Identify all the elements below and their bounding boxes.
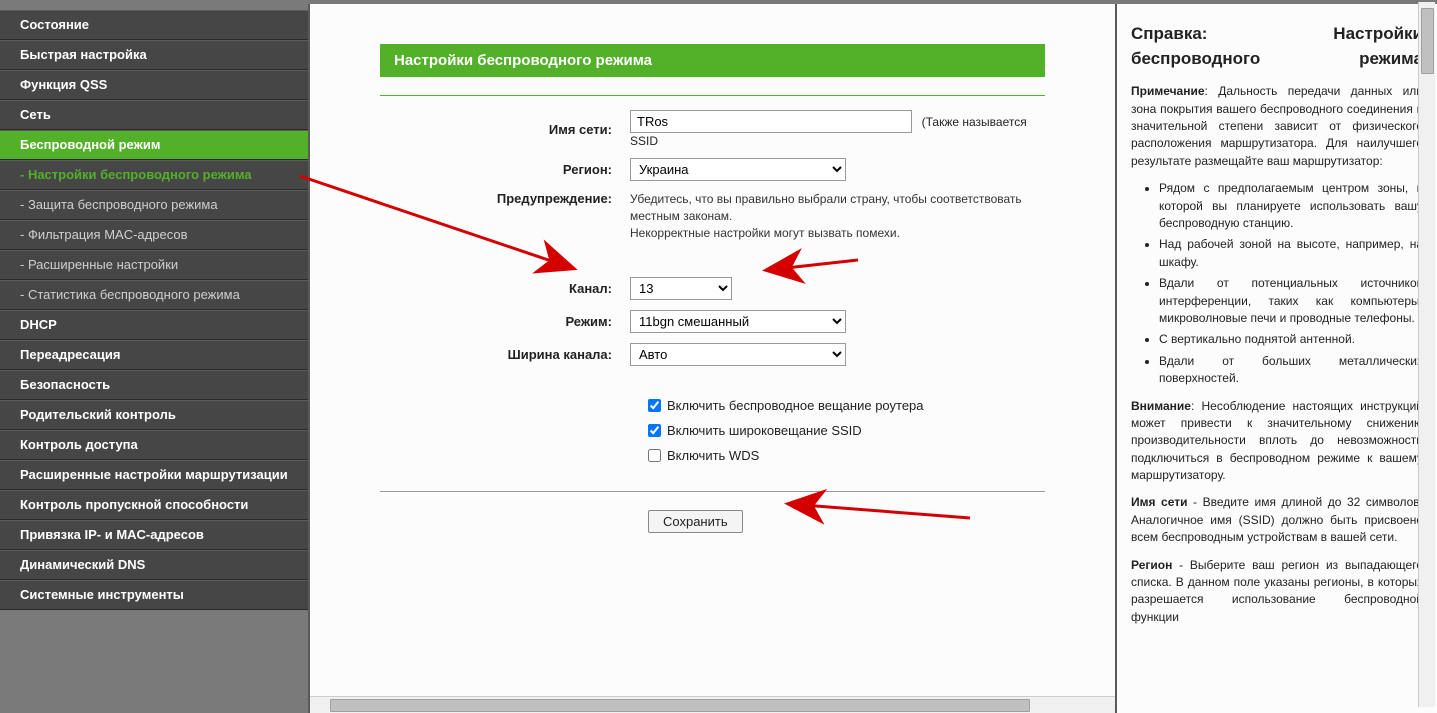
main-panel: Настройки беспроводного режима Имя сети:…: [308, 4, 1117, 713]
sidebar-item-11[interactable]: Переадресация: [0, 340, 308, 370]
sidebar-item-19[interactable]: Системные инструменты: [0, 580, 308, 610]
channel-select[interactable]: 13: [630, 277, 732, 300]
sidebar-item-4[interactable]: Беспроводной режим: [0, 130, 308, 160]
help-bullet-2: Вдали от потенциальных источников интерф…: [1159, 275, 1423, 327]
horizontal-scrollbar-thumb[interactable]: [330, 699, 1030, 712]
sidebar-item-3[interactable]: Сеть: [0, 100, 308, 130]
help-ssid: Имя сети - Введите имя длиной до 32 симв…: [1131, 494, 1423, 546]
divider: [380, 95, 1045, 96]
help-bullet-1: Над рабочей зоной на высоте, например, н…: [1159, 236, 1423, 271]
help-title: Справка: Настройки беспроводного режима: [1131, 22, 1423, 71]
sidebar-subitem-7[interactable]: - Фильтрация MAC-адресов: [0, 220, 308, 250]
help-bullet-0: Рядом с предполагаемым центром зоны, в к…: [1159, 180, 1423, 232]
mode-label: Режим:: [380, 314, 630, 329]
help-region: Регион - Выберите ваш регион из выпадающ…: [1131, 557, 1423, 627]
help-panel: Справка: Настройки беспроводного режима …: [1117, 4, 1437, 713]
mode-select[interactable]: 11bgn смешанный: [630, 310, 846, 333]
wds-label: Включить WDS: [667, 448, 759, 463]
help-bullet-3: С вертикально поднятой антенной.: [1159, 331, 1423, 348]
save-button[interactable]: Сохранить: [648, 510, 743, 533]
help-bullet-list: Рядом с предполагаемым центром зоны, в к…: [1131, 180, 1423, 387]
channel-label: Канал:: [380, 281, 630, 296]
sidebar-item-15[interactable]: Расширенные настройки маршрутизации: [0, 460, 308, 490]
ssid-broadcast-checkbox[interactable]: [648, 424, 661, 437]
help-note: Примечание: Дальность передачи данных ил…: [1131, 83, 1423, 170]
ssid-label: Имя сети:: [380, 122, 630, 137]
width-select[interactable]: Авто: [630, 343, 846, 366]
broadcast-checkbox[interactable]: [648, 399, 661, 412]
sidebar: СостояниеБыстрая настройкаФункция QSSСет…: [0, 4, 308, 713]
sidebar-item-18[interactable]: Динамический DNS: [0, 550, 308, 580]
sidebar-item-17[interactable]: Привязка IP- и MAC-адресов: [0, 520, 308, 550]
region-select[interactable]: Украина: [630, 158, 846, 181]
sidebar-item-10[interactable]: DHCP: [0, 310, 308, 340]
help-bullet-4: Вдали от больших металлических поверхнос…: [1159, 353, 1423, 388]
horizontal-scrollbar[interactable]: [310, 696, 1115, 713]
divider: [380, 491, 1045, 492]
width-label: Ширина канала:: [380, 347, 630, 362]
sidebar-item-12[interactable]: Безопасность: [0, 370, 308, 400]
vertical-scrollbar[interactable]: [1418, 2, 1435, 707]
ssid-input[interactable]: [630, 110, 912, 133]
vertical-scrollbar-thumb[interactable]: [1421, 8, 1434, 74]
sidebar-item-0[interactable]: Состояние: [0, 10, 308, 40]
warning-text: Убедитесь, что вы правильно выбрали стра…: [630, 191, 1045, 241]
sidebar-subitem-9[interactable]: - Статистика беспроводного режима: [0, 280, 308, 310]
sidebar-subitem-5[interactable]: - Настройки беспроводного режима: [0, 160, 308, 190]
sidebar-item-16[interactable]: Контроль пропускной способности: [0, 490, 308, 520]
sidebar-subitem-8[interactable]: - Расширенные настройки: [0, 250, 308, 280]
wds-checkbox[interactable]: [648, 449, 661, 462]
region-label: Регион:: [380, 162, 630, 177]
warning-label: Предупреждение:: [380, 191, 630, 206]
broadcast-label: Включить беспроводное вещание роутера: [667, 398, 924, 413]
sidebar-item-2[interactable]: Функция QSS: [0, 70, 308, 100]
ssid-broadcast-label: Включить широковещание SSID: [667, 423, 862, 438]
sidebar-item-14[interactable]: Контроль доступа: [0, 430, 308, 460]
sidebar-subitem-6[interactable]: - Защита беспроводного режима: [0, 190, 308, 220]
help-warning: Внимание: Несоблюдение настоящих инструк…: [1131, 398, 1423, 485]
sidebar-item-1[interactable]: Быстрая настройка: [0, 40, 308, 70]
page-title: Настройки беспроводного режима: [380, 44, 1045, 77]
sidebar-item-13[interactable]: Родительский контроль: [0, 400, 308, 430]
